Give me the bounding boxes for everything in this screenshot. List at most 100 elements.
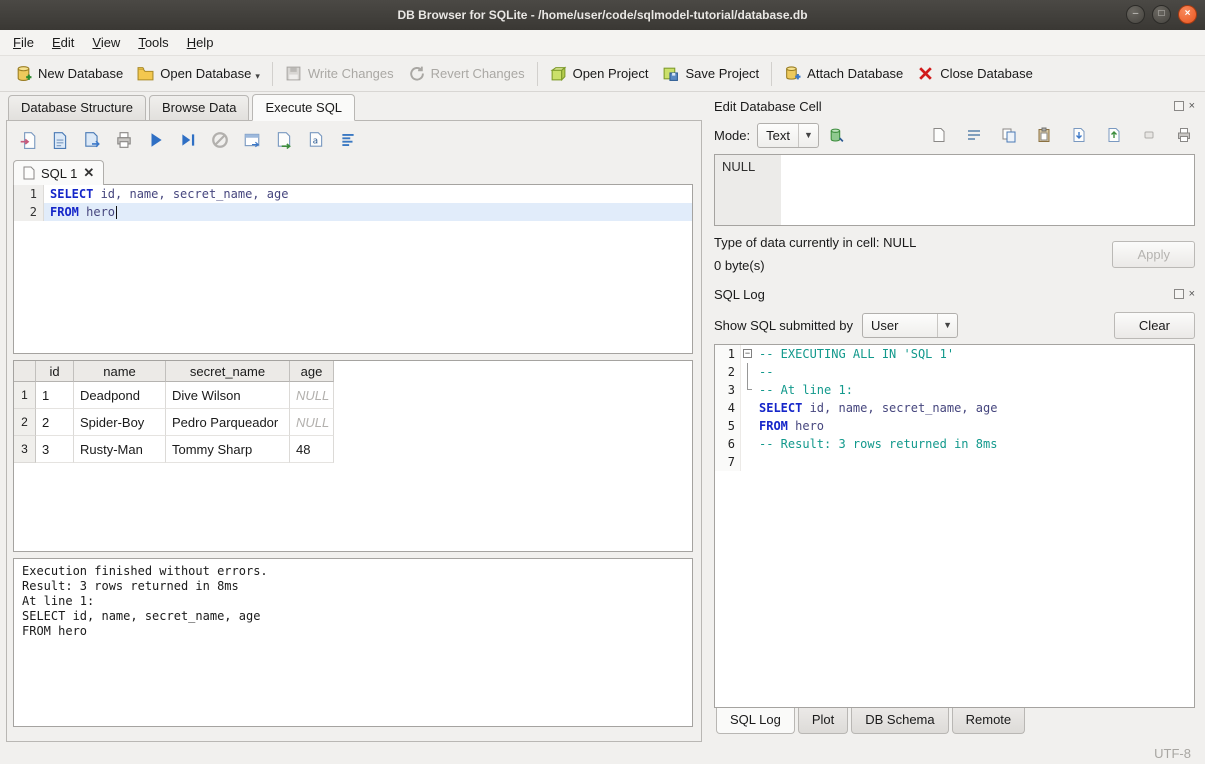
log-filter-combo[interactable]: User ▼ bbox=[862, 313, 958, 338]
menubar: FileEditViewToolsHelp bbox=[0, 30, 1205, 56]
tab-database-structure[interactable]: Database Structure bbox=[8, 95, 146, 121]
table-cell[interactable]: Tommy Sharp bbox=[166, 436, 290, 463]
close-database-button[interactable]: Close Database bbox=[910, 61, 1040, 86]
row-header[interactable]: 1 bbox=[14, 382, 36, 409]
open-database-dropdown-icon[interactable]: ▾ bbox=[255, 71, 260, 82]
code-text: -- EXECUTING ALL IN 'SQL 1' bbox=[756, 345, 954, 363]
tab-plot[interactable]: Plot bbox=[798, 708, 848, 734]
table-cell[interactable]: 1 bbox=[36, 382, 74, 409]
table-cell[interactable]: Pedro Parqueador bbox=[166, 409, 290, 436]
table-cell[interactable]: Deadpond bbox=[74, 382, 166, 409]
float-panel-icon[interactable] bbox=[1174, 101, 1184, 111]
tab-db-schema[interactable]: DB Schema bbox=[851, 708, 948, 734]
close-tab-icon[interactable]: ✕ bbox=[83, 165, 94, 181]
stop-execution-button[interactable] bbox=[209, 129, 231, 151]
table-cell[interactable]: NULL bbox=[290, 409, 334, 436]
results-table[interactable]: idnamesecret_nameage11DeadpondDive Wilso… bbox=[13, 360, 693, 552]
set-null-icon[interactable] bbox=[1138, 124, 1160, 146]
mode-combo[interactable]: Text ▼ bbox=[757, 123, 819, 148]
revert-changes-button[interactable]: Revert Changes bbox=[401, 61, 532, 86]
menu-view[interactable]: View bbox=[83, 31, 129, 54]
table-cell[interactable]: Dive Wilson bbox=[166, 382, 290, 409]
apply-button[interactable]: Apply bbox=[1112, 241, 1195, 268]
code-line[interactable]: 5FROM hero bbox=[715, 417, 1194, 435]
sql-tab[interactable]: SQL 1 ✕ bbox=[13, 160, 104, 185]
fold-collapse-icon[interactable]: − bbox=[743, 349, 752, 358]
maximize-button[interactable]: □ bbox=[1152, 5, 1171, 24]
export-to-file-icon[interactable] bbox=[1103, 124, 1125, 146]
table-cell[interactable]: 2 bbox=[36, 409, 74, 436]
edit-cell-panel-icons: × bbox=[1174, 101, 1195, 111]
table-cell[interactable]: 48 bbox=[290, 436, 334, 463]
column-header-secret_name[interactable]: secret_name bbox=[166, 361, 290, 382]
new-database-button[interactable]: New Database bbox=[8, 61, 130, 86]
text-document-icon[interactable] bbox=[928, 124, 950, 146]
sql-log-viewer[interactable]: 1−-- EXECUTING ALL IN 'SQL 1'2--3-- At l… bbox=[714, 344, 1195, 708]
column-header-name[interactable]: name bbox=[74, 361, 166, 382]
sql-editor[interactable]: 1SELECT id, name, secret_name, age2FROM … bbox=[13, 184, 693, 354]
table-row[interactable]: 11DeadpondDive WilsonNULL bbox=[14, 382, 692, 409]
attach-database-button[interactable]: Attach Database bbox=[777, 61, 910, 86]
open-new-tab-button[interactable] bbox=[241, 129, 263, 151]
table-cell[interactable]: 3 bbox=[36, 436, 74, 463]
print-sql-button[interactable] bbox=[113, 129, 135, 151]
close-button[interactable]: × bbox=[1178, 5, 1197, 24]
code-line[interactable]: 3-- At line 1: bbox=[715, 381, 1194, 399]
code-line[interactable]: 4SELECT id, name, secret_name, age bbox=[715, 399, 1194, 417]
code-line[interactable]: 2-- bbox=[715, 363, 1194, 381]
open-project-icon bbox=[550, 65, 567, 82]
open-database-button[interactable]: Open Database ▾ bbox=[130, 61, 267, 86]
import-from-file-icon[interactable] bbox=[1068, 124, 1090, 146]
row-header[interactable]: 2 bbox=[14, 409, 36, 436]
attach-database-label: Attach Database bbox=[807, 66, 903, 81]
menu-help[interactable]: Help bbox=[178, 31, 223, 54]
export-results-button[interactable] bbox=[273, 129, 295, 151]
column-header-age[interactable]: age bbox=[290, 361, 334, 382]
minimize-button[interactable]: – bbox=[1126, 5, 1145, 24]
tab-execute-sql[interactable]: Execute SQL bbox=[252, 94, 355, 121]
editor-empty-area[interactable] bbox=[14, 221, 692, 353]
menu-edit[interactable]: Edit bbox=[43, 31, 83, 54]
code-line[interactable]: 1SELECT id, name, secret_name, age bbox=[14, 185, 692, 203]
copy-cell-icon[interactable] bbox=[998, 124, 1020, 146]
row-header[interactable]: 3 bbox=[14, 436, 36, 463]
line-number: 1 bbox=[14, 185, 44, 203]
code-line[interactable]: 2FROM hero bbox=[14, 203, 692, 221]
fold-column bbox=[741, 399, 756, 417]
write-changes-button[interactable]: Write Changes bbox=[278, 61, 401, 86]
table-cell[interactable]: NULL bbox=[290, 382, 334, 409]
code-line[interactable]: 6-- Result: 3 rows returned in 8ms bbox=[715, 435, 1194, 453]
table-cell[interactable]: Spider-Boy bbox=[74, 409, 166, 436]
print-cell-icon[interactable] bbox=[1173, 124, 1195, 146]
auto-switch-mode-button[interactable] bbox=[826, 124, 848, 146]
float-panel-icon[interactable] bbox=[1174, 289, 1184, 299]
tab-browse-data[interactable]: Browse Data bbox=[149, 95, 249, 121]
save-project-button[interactable]: Save Project bbox=[655, 61, 766, 86]
line-number: 1 bbox=[715, 345, 741, 363]
menu-file[interactable]: File bbox=[4, 31, 43, 54]
table-cell[interactable]: Rusty-Man bbox=[74, 436, 166, 463]
close-panel-icon[interactable]: × bbox=[1189, 289, 1195, 299]
menu-tools[interactable]: Tools bbox=[129, 31, 177, 54]
clear-log-button[interactable]: Clear bbox=[1114, 312, 1195, 339]
save-sql-file-button[interactable] bbox=[49, 129, 71, 151]
format-sql-button[interactable] bbox=[337, 129, 359, 151]
find-replace-button[interactable]: a bbox=[305, 129, 327, 151]
tab-sql-log[interactable]: SQL Log bbox=[716, 708, 795, 734]
save-sql-as-button[interactable] bbox=[81, 129, 103, 151]
tab-remote[interactable]: Remote bbox=[952, 708, 1026, 734]
table-row[interactable]: 33Rusty-ManTommy Sharp48 bbox=[14, 436, 692, 463]
word-wrap-icon[interactable] bbox=[963, 124, 985, 146]
execute-all-button[interactable] bbox=[145, 129, 167, 151]
open-sql-file-button[interactable] bbox=[17, 129, 39, 151]
execute-current-line-button[interactable] bbox=[177, 129, 199, 151]
paste-cell-icon[interactable] bbox=[1033, 124, 1055, 146]
close-panel-icon[interactable]: × bbox=[1189, 101, 1195, 111]
cell-value-editor[interactable]: NULL bbox=[714, 154, 1195, 226]
cell-edit-area[interactable] bbox=[781, 155, 1194, 225]
code-line[interactable]: 7 bbox=[715, 453, 1194, 471]
open-project-button[interactable]: Open Project bbox=[543, 61, 656, 86]
table-row[interactable]: 22Spider-BoyPedro ParqueadorNULL bbox=[14, 409, 692, 436]
code-line[interactable]: 1−-- EXECUTING ALL IN 'SQL 1' bbox=[715, 345, 1194, 363]
column-header-id[interactable]: id bbox=[36, 361, 74, 382]
